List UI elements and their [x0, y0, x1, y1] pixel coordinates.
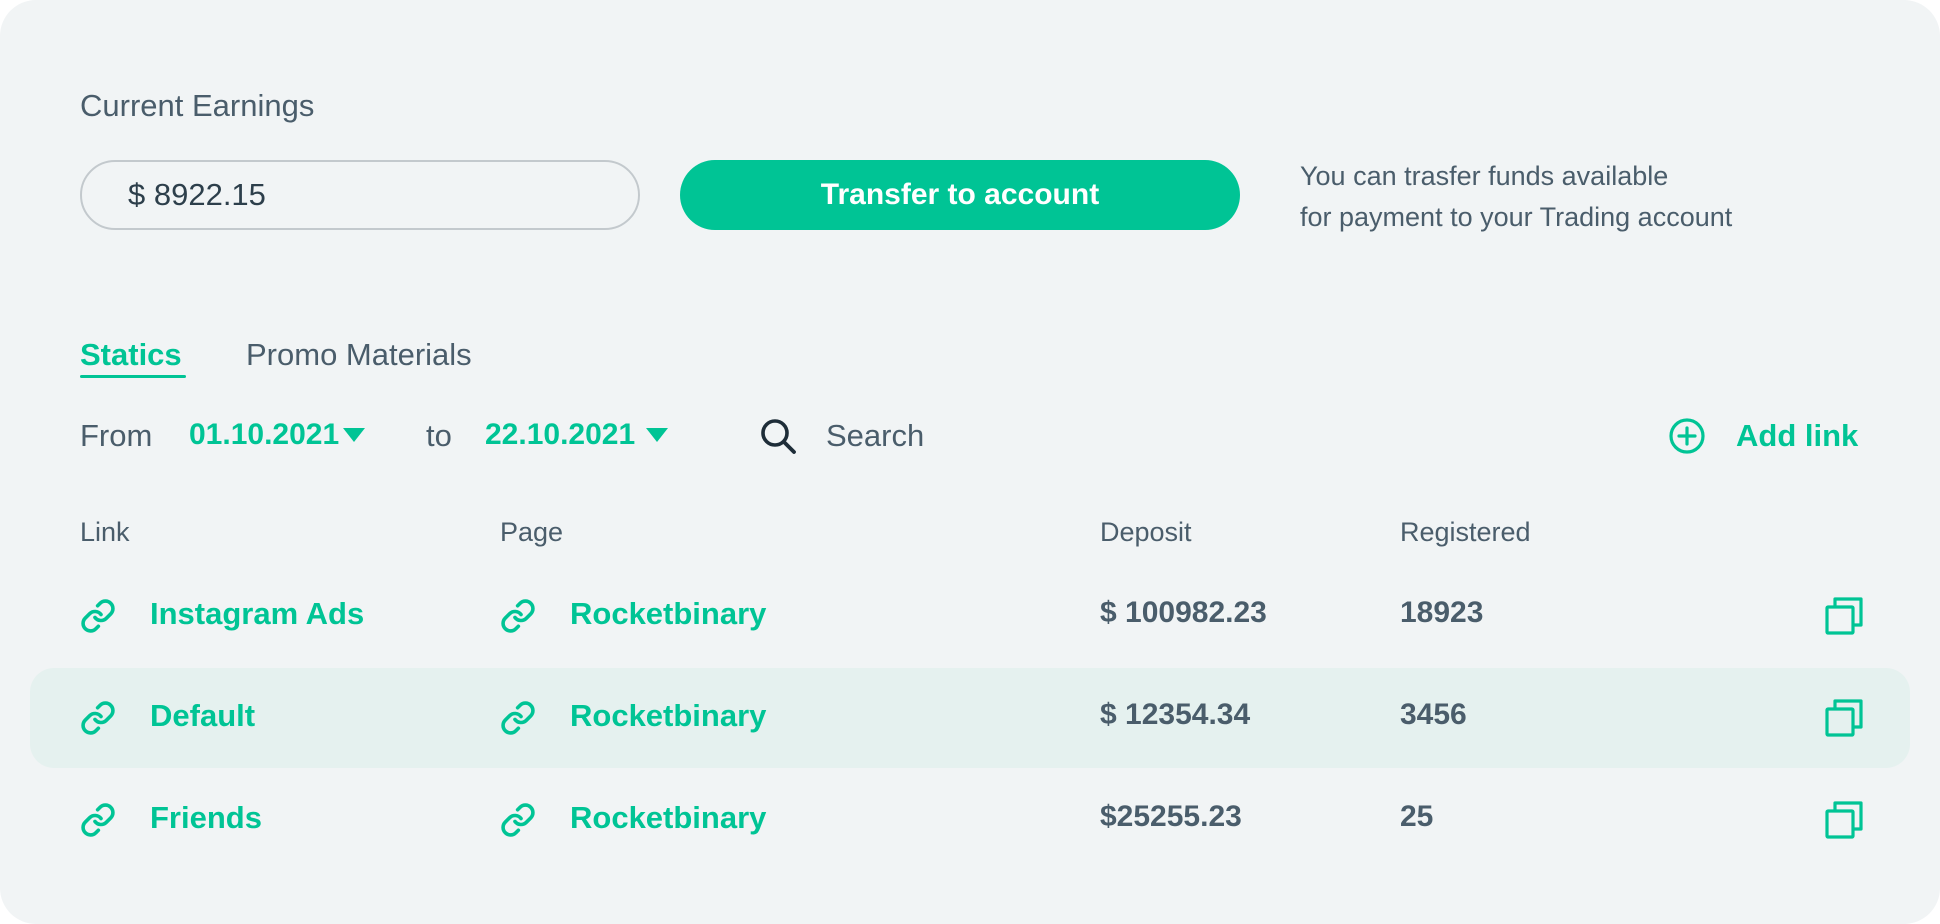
- table-row: Friends Rocketbinary $25255.23 25: [30, 770, 1910, 870]
- row-registered: 25: [1400, 800, 1434, 833]
- active-tab-indicator: [80, 375, 186, 378]
- from-date-select[interactable]: 01.10.2021: [189, 418, 339, 452]
- tab-statics[interactable]: Statics: [80, 337, 182, 373]
- from-date-caret-down-icon[interactable]: [343, 428, 365, 442]
- to-label: to: [426, 418, 452, 453]
- copy-icon[interactable]: [1824, 596, 1864, 636]
- current-earnings-label: Current Earnings: [80, 88, 315, 123]
- tab-promo-materials[interactable]: Promo Materials: [246, 337, 472, 373]
- link-icon: [501, 599, 535, 633]
- link-icon: [81, 701, 115, 735]
- earnings-amount-field[interactable]: [80, 160, 640, 230]
- earnings-panel: Current Earnings Transfer to account You…: [0, 0, 1940, 924]
- link-icon: [81, 599, 115, 633]
- column-header-deposit: Deposit: [1100, 517, 1192, 547]
- from-label: From: [80, 418, 153, 453]
- column-header-registered: Registered: [1400, 517, 1531, 547]
- to-date-caret-down-icon[interactable]: [646, 428, 668, 442]
- link-icon: [81, 803, 115, 837]
- row-deposit: $ 100982.23: [1100, 596, 1267, 629]
- row-link-name[interactable]: Friends: [150, 800, 262, 836]
- transfer-to-account-button[interactable]: Transfer to account: [680, 160, 1240, 230]
- copy-icon[interactable]: [1824, 800, 1864, 840]
- transfer-info-line-1: You can trasfer funds available: [1300, 161, 1669, 191]
- row-page-name[interactable]: Rocketbinary: [570, 698, 766, 734]
- link-icon: [501, 701, 535, 735]
- row-page-name[interactable]: Rocketbinary: [570, 800, 766, 836]
- column-header-page: Page: [500, 517, 564, 547]
- row-registered: 3456: [1400, 698, 1467, 731]
- search-input[interactable]: [826, 414, 1126, 458]
- add-link-label: Add link: [1736, 418, 1859, 453]
- transfer-info-line-2: for payment to your Trading account: [1300, 202, 1733, 232]
- add-link-button[interactable]: Add link: [1668, 414, 1858, 458]
- transfer-info-text: You can trasfer funds available for paym…: [1300, 156, 1860, 238]
- column-header-link: Link: [80, 517, 130, 547]
- row-registered: 18923: [1400, 596, 1484, 629]
- row-page-name[interactable]: Rocketbinary: [570, 596, 766, 632]
- link-icon: [501, 803, 535, 837]
- row-deposit: $25255.23: [1100, 800, 1242, 833]
- table-row: Instagram Ads Rocketbinary $ 100982.23 1…: [30, 566, 1910, 666]
- to-date-select[interactable]: 22.10.2021: [485, 418, 635, 452]
- table-row: Default Rocketbinary $ 12354.34 3456: [30, 668, 1910, 768]
- row-link-name[interactable]: Instagram Ads: [150, 596, 364, 632]
- copy-icon[interactable]: [1824, 698, 1864, 738]
- search-icon[interactable]: [758, 416, 798, 456]
- plus-circle-icon: [1669, 418, 1705, 454]
- row-deposit: $ 12354.34: [1100, 698, 1251, 731]
- row-link-name[interactable]: Default: [150, 698, 255, 734]
